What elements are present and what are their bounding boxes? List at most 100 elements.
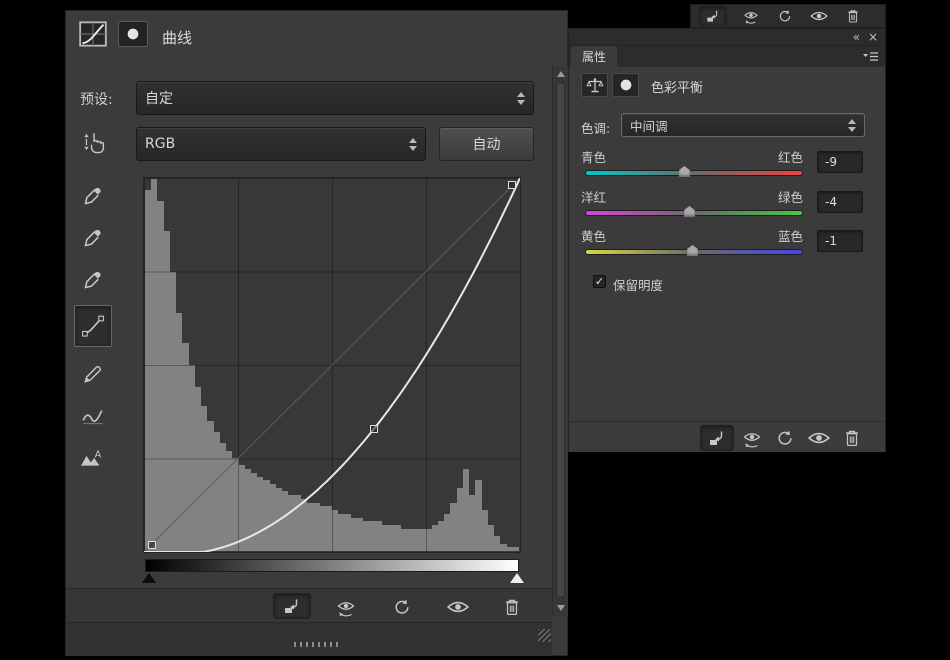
reset-button[interactable]: [387, 594, 417, 620]
cyan-red-slider-row: 青色 红色 -9: [581, 147, 877, 185]
eyedropper-icon: [82, 185, 104, 207]
panel-title: 曲线: [162, 27, 192, 48]
clip-to-layer-button[interactable]: [700, 425, 734, 451]
panel-resize-grip[interactable]: [538, 629, 551, 642]
color-balance-icon: [586, 77, 604, 94]
visibility-eye-icon: [447, 599, 469, 615]
yellow-blue-slider-thumb[interactable]: [687, 245, 698, 256]
color-balance-adjustment-thumbnail[interactable]: [581, 73, 608, 97]
channel-dropdown[interactable]: RGB: [136, 127, 426, 161]
dropdown-stepper-icon: [848, 119, 856, 132]
scroll-down-arrow-icon[interactable]: [557, 605, 565, 611]
eyedropper-icon: [82, 269, 104, 291]
reset-icon: [776, 429, 794, 447]
point-curve-icon: [81, 314, 105, 338]
layer-mask-icon: [123, 25, 143, 43]
smooth-curve-tool[interactable]: [74, 399, 112, 433]
eyedropper-icon: [82, 227, 104, 249]
delete-button[interactable]: [839, 6, 867, 26]
collapse-panel-icon[interactable]: «: [853, 29, 859, 45]
tone-dropdown[interactable]: 中间调: [621, 113, 865, 137]
point-curve-tool[interactable]: [74, 305, 112, 347]
previous-state-icon: [742, 429, 762, 448]
scrollbar-thumb[interactable]: [556, 82, 565, 598]
cyan-red-slider-track[interactable]: [585, 170, 803, 176]
clip-to-layer-button[interactable]: [273, 593, 311, 619]
visibility-button[interactable]: [805, 6, 833, 26]
yellow-blue-slider-row: 黄色 蓝色 -1: [581, 226, 877, 264]
delete-icon: [845, 7, 861, 25]
curves-panel: 曲线 预设: 自定 RGB 自动 A: [65, 10, 568, 656]
clipping-display-icon: A: [80, 447, 106, 469]
panel-drag-grip[interactable]: [294, 642, 340, 647]
curve-point-markers: [144, 178, 520, 552]
clipping-display-tool[interactable]: A: [74, 441, 112, 475]
preset-value: 自定: [145, 88, 511, 108]
channel-value: RGB: [145, 136, 403, 152]
panel-menu-icon[interactable]: [862, 51, 879, 62]
delete-icon: [504, 598, 520, 616]
preserve-luminosity-label[interactable]: 保留明度: [613, 275, 663, 294]
previous-state-icon: [336, 598, 356, 617]
clip-to-layer-button[interactable]: [699, 6, 727, 26]
close-panel-icon[interactable]: ×: [868, 29, 878, 45]
reset-button[interactable]: [771, 6, 799, 26]
tone-value: 中间调: [630, 116, 842, 135]
cyan-red-slider-thumb[interactable]: [679, 166, 690, 177]
magenta-green-slider-row: 洋红 绿色 -4: [581, 187, 877, 225]
panel-scrollbar[interactable]: [552, 66, 568, 616]
panel-tab-bar: 属性: [569, 46, 885, 67]
magenta-green-slider-thumb[interactable]: [684, 206, 695, 217]
gray-point-eyedropper[interactable]: [74, 221, 112, 255]
previous-state-button[interactable]: [331, 594, 361, 620]
adjustment-toolbar: [569, 421, 885, 452]
curve-point-shadow[interactable]: [148, 541, 156, 549]
smooth-curve-icon: [81, 406, 105, 426]
collapsed-panel-toolbar: [690, 4, 886, 28]
scroll-up-arrow-icon[interactable]: [557, 71, 565, 77]
layer-mask-thumbnail[interactable]: [118, 21, 148, 47]
highlight-input-slider[interactable]: [510, 573, 524, 583]
dropdown-stepper-icon: [409, 138, 417, 151]
photoshop-workspace: 曲线 预设: 自定 RGB 自动 A: [0, 0, 950, 660]
preset-dropdown[interactable]: 自定: [136, 81, 534, 115]
auto-button[interactable]: 自动: [439, 127, 534, 161]
slider-right-label: 红色: [581, 147, 803, 166]
properties-panel: « × 属性 色彩平衡 色调: 中间调 青色 红色 -9 洋红: [568, 28, 886, 452]
panel-title-bar: « ×: [569, 29, 885, 46]
delete-icon: [844, 429, 860, 447]
curve-point-highlight[interactable]: [508, 181, 516, 189]
previous-state-button[interactable]: [737, 6, 765, 26]
pencil-icon: [82, 363, 104, 385]
adjustment-toolbar: [66, 588, 552, 622]
slider-right-label: 蓝色: [581, 226, 803, 245]
visibility-button[interactable]: [443, 594, 473, 620]
yellow-blue-value-field[interactable]: -1: [817, 230, 863, 252]
curves-adjustment-thumbnail[interactable]: [76, 19, 110, 49]
panel-status-bar: [66, 622, 552, 656]
curve-point-mid[interactable]: [370, 425, 378, 433]
delete-button[interactable]: [497, 594, 527, 620]
magenta-green-value-field[interactable]: -4: [817, 191, 863, 213]
white-point-eyedropper[interactable]: [74, 263, 112, 297]
previous-state-button[interactable]: [737, 425, 767, 451]
shadow-input-slider[interactable]: [142, 573, 156, 583]
targeted-adjustment-tool[interactable]: [74, 125, 112, 159]
layer-mask-icon: [616, 76, 636, 94]
curves-icon: [79, 21, 107, 47]
tone-label: 色调:: [581, 118, 610, 137]
preserve-luminosity-checkbox[interactable]: ✓: [593, 275, 606, 288]
delete-button[interactable]: [837, 425, 867, 451]
clip-to-layer-icon: [704, 7, 722, 25]
pencil-tool[interactable]: [74, 357, 112, 391]
cyan-red-value-field[interactable]: -9: [817, 151, 863, 173]
visibility-eye-icon: [808, 430, 830, 446]
svg-text:A: A: [95, 449, 102, 460]
visibility-button[interactable]: [804, 425, 834, 451]
black-point-eyedropper[interactable]: [74, 179, 112, 213]
tab-properties[interactable]: 属性: [571, 46, 617, 67]
layer-mask-thumbnail[interactable]: [612, 73, 639, 97]
reset-icon: [393, 598, 411, 616]
reset-button[interactable]: [770, 425, 800, 451]
curve-graph-area[interactable]: [143, 177, 521, 553]
